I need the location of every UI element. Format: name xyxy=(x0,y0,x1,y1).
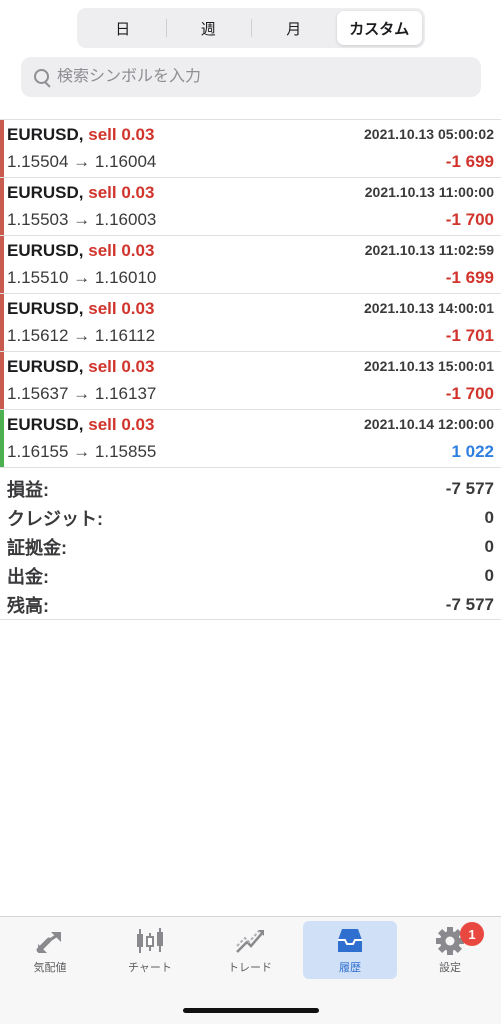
summary-label: 証拠金: xyxy=(7,537,67,558)
trade-row[interactable]: EURUSD, sell 0.03 2021.10.14 12:00:00 1.… xyxy=(0,410,501,468)
account-summary: 損益: -7 577 クレジット: 0 証拠金: 0 出金: 0 残高: -7 … xyxy=(0,474,501,619)
period-segmented-control: 日 週 月 カスタム xyxy=(77,8,425,48)
trade-history-list: EURUSD, sell 0.03 2021.10.13 05:00:02 1.… xyxy=(0,119,501,468)
trade-row[interactable]: EURUSD, sell 0.03 2021.10.13 11:00:00 1.… xyxy=(0,178,501,236)
trade-time: 2021.10.13 05:00:02 xyxy=(364,126,494,142)
status-bar xyxy=(0,236,4,293)
trade-prices: 1.16155 → 1.15855 xyxy=(7,442,157,461)
tab-label: トレード xyxy=(228,962,272,974)
trade-symbol: EURUSD, xyxy=(7,299,84,318)
summary-value: -7 577 xyxy=(445,478,494,498)
tab-chart[interactable]: チャート xyxy=(103,921,197,979)
trade-side: sell 0.03 xyxy=(88,415,155,434)
segment-day[interactable]: 日 xyxy=(80,11,166,45)
trade-icon xyxy=(230,925,270,957)
summary-label: 損益: xyxy=(7,479,49,500)
summary-row-pnl: 損益: -7 577 xyxy=(7,474,494,503)
summary-row-margin: 証拠金: 0 xyxy=(7,532,494,561)
search-bar[interactable] xyxy=(21,57,481,97)
tab-history[interactable]: 履歴 xyxy=(303,921,397,979)
segment-week[interactable]: 週 xyxy=(165,11,252,45)
status-bar xyxy=(0,120,4,177)
chart-icon xyxy=(130,925,170,957)
tab-label: 気配値 xyxy=(33,962,67,974)
summary-label: 出金: xyxy=(7,566,49,587)
trade-profit: -1 699 xyxy=(445,268,494,287)
tab-label: 設定 xyxy=(439,962,461,974)
tab-label: 履歴 xyxy=(339,962,361,974)
home-indicator[interactable] xyxy=(183,1008,319,1013)
divider xyxy=(0,619,501,620)
trade-profit: 1 022 xyxy=(451,442,494,461)
tab-label: チャート xyxy=(128,962,172,974)
summary-row-balance: 残高: -7 577 xyxy=(7,590,494,619)
status-bar xyxy=(0,352,4,409)
status-bar xyxy=(0,178,4,235)
trade-side: sell 0.03 xyxy=(88,183,155,202)
trade-side: sell 0.03 xyxy=(88,125,155,144)
summary-row-withdrawal: 出金: 0 xyxy=(7,561,494,590)
history-icon xyxy=(330,925,370,957)
trade-prices: 1.15510 → 1.16010 xyxy=(7,268,157,287)
summary-label: クレジット: xyxy=(7,508,103,529)
tab-trade[interactable]: トレード xyxy=(203,921,297,979)
summary-value: 0 xyxy=(484,565,494,585)
trade-prices: 1.15612 → 1.16112 xyxy=(7,326,156,345)
trade-side: sell 0.03 xyxy=(88,241,155,260)
trade-symbol: EURUSD, xyxy=(7,415,84,434)
trade-row[interactable]: EURUSD, sell 0.03 2021.10.13 05:00:02 1.… xyxy=(0,120,501,178)
trade-symbol: EURUSD, xyxy=(7,357,84,376)
trade-side: sell 0.03 xyxy=(88,299,155,318)
trade-prices: 1.15503 → 1.16003 xyxy=(7,210,157,229)
trade-time: 2021.10.13 11:00:00 xyxy=(364,184,494,200)
trade-symbol: EURUSD, xyxy=(7,241,84,260)
summary-label: 残高: xyxy=(7,595,49,616)
trade-profit: -1 700 xyxy=(445,384,494,403)
trade-side: sell 0.03 xyxy=(88,357,155,376)
search-icon xyxy=(31,66,53,88)
status-bar xyxy=(0,410,4,467)
trade-time: 2021.10.13 14:00:01 xyxy=(364,300,494,316)
trade-row[interactable]: EURUSD, sell 0.03 2021.10.13 14:00:01 1.… xyxy=(0,294,501,352)
segment-month[interactable]: 月 xyxy=(251,11,337,45)
trade-time: 2021.10.13 15:00:01 xyxy=(364,358,494,374)
trade-prices: 1.15504 → 1.16004 xyxy=(7,152,157,171)
quotes-icon xyxy=(30,925,70,957)
trade-row[interactable]: EURUSD, sell 0.03 2021.10.13 11:02:59 1.… xyxy=(0,236,501,294)
search-input[interactable] xyxy=(57,68,457,86)
notification-badge: 1 xyxy=(460,922,484,946)
trade-time: 2021.10.13 11:02:59 xyxy=(364,242,494,258)
trade-profit: -1 701 xyxy=(445,326,494,345)
trade-row[interactable]: EURUSD, sell 0.03 2021.10.13 15:00:01 1.… xyxy=(0,352,501,410)
summary-value: 0 xyxy=(484,507,494,527)
trade-profit: -1 699 xyxy=(445,152,494,171)
trade-prices: 1.15637 → 1.16137 xyxy=(7,384,157,403)
status-bar xyxy=(0,294,4,351)
segment-custom[interactable]: カスタム xyxy=(336,11,422,45)
trade-time: 2021.10.14 12:00:00 xyxy=(364,416,494,432)
summary-row-credit: クレジット: 0 xyxy=(7,503,494,532)
summary-value: -7 577 xyxy=(445,594,494,614)
trade-profit: -1 700 xyxy=(445,210,494,229)
tab-quotes[interactable]: 気配値 xyxy=(3,921,97,979)
trade-symbol: EURUSD, xyxy=(7,183,84,202)
summary-value: 0 xyxy=(484,536,494,556)
trade-symbol: EURUSD, xyxy=(7,125,84,144)
